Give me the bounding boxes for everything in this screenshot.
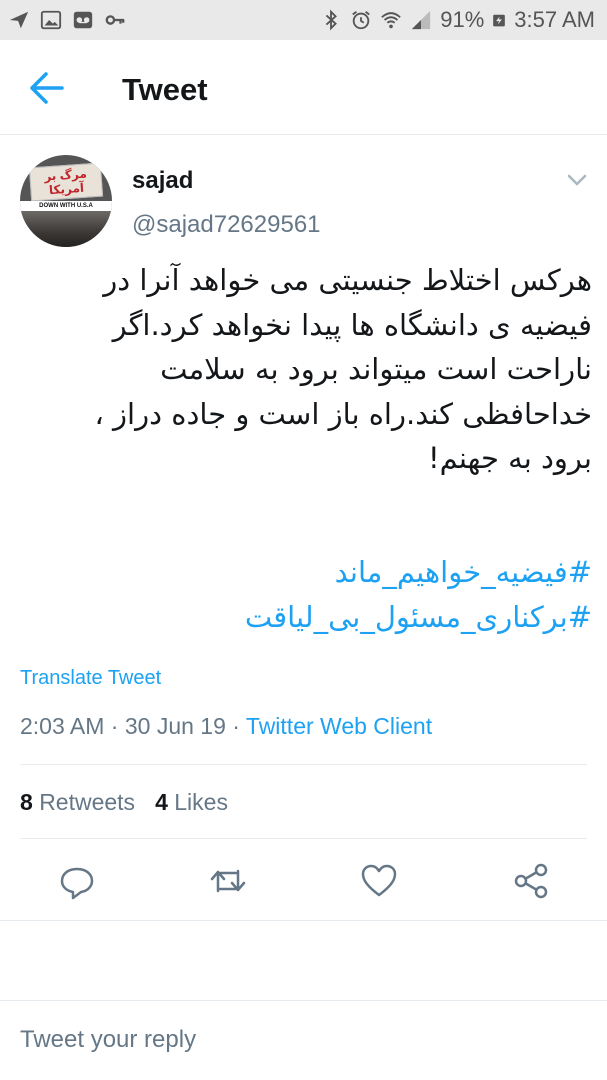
divider	[0, 1000, 607, 1001]
reply-input[interactable]: Tweet your reply	[20, 1026, 196, 1054]
avatar[interactable]: مرگ بر آمریکا DOWN WITH U.S.A	[20, 155, 112, 247]
retweet-count: 8	[20, 789, 33, 815]
tweet-text-line: برود به جهنم!	[427, 441, 592, 475]
tweet-text-line: خداحافظی کند.راه باز است و جاده دراز ،	[94, 396, 592, 431]
avatar-sign: مرگ بر آمریکا	[28, 162, 104, 202]
bluetooth-icon	[326, 9, 338, 31]
likes-label: Likes	[174, 789, 228, 815]
divider	[20, 838, 587, 839]
avatar-sign-text: مرگ بر آمریکا	[43, 166, 88, 198]
retweets-label: Retweets	[39, 789, 136, 815]
tweet-text-line: ناراحت است میتواند برود به سلامت	[160, 352, 592, 386]
system-icons: 91% 3:57 AM	[320, 7, 595, 33]
user-handle[interactable]: @sajad72629561	[132, 211, 321, 239]
key-icon	[105, 15, 125, 25]
tweet-text-line: هرکس اختلاط جنسیتی می خواهد آنرا در	[103, 263, 592, 297]
notification-icons	[8, 9, 126, 31]
battery-charging-icon	[493, 14, 506, 27]
share-icon[interactable]	[511, 861, 551, 901]
translate-tweet-link[interactable]: Translate Tweet	[20, 667, 161, 690]
like-icon[interactable]	[359, 861, 399, 901]
app-bar: Tweet	[0, 40, 607, 135]
avatar-crowd	[20, 211, 112, 247]
likes-stat[interactable]: 4 Likes	[155, 789, 228, 816]
meta-separator: ·	[110, 713, 119, 739]
tweet-text: هرکس اختلاط جنسیتی می خواهد آنرا در فیضی…	[20, 258, 592, 481]
tweet-date: 30 Jun 19	[124, 713, 226, 739]
like-count: 4	[155, 789, 168, 815]
hashtag-link[interactable]: #فیضیه_خواهیم_ماند	[20, 550, 592, 595]
tweet-stats: 8 Retweets 4 Likes	[20, 789, 228, 816]
tweet-time: 2:03 AM	[20, 713, 105, 739]
divider	[20, 764, 587, 765]
retweet-icon[interactable]	[208, 861, 248, 901]
wifi-icon	[381, 12, 402, 29]
signal-icon	[412, 10, 431, 30]
reply-icon[interactable]	[57, 861, 97, 901]
divider	[0, 920, 607, 921]
retweets-stat[interactable]: 8 Retweets	[20, 789, 135, 816]
display-name[interactable]: sajad	[132, 167, 193, 195]
battery-percent: 91%	[440, 7, 485, 32]
image-icon	[40, 10, 62, 30]
tweet-meta: 2:03 AM · 30 Jun 19 · Twitter Web Client	[20, 713, 432, 740]
chevron-down-icon[interactable]	[566, 172, 588, 188]
status-bar: 91% 3:57 AM	[0, 0, 607, 40]
arrow-left-icon[interactable]	[26, 70, 66, 106]
meta-separator: ·	[232, 713, 240, 739]
clock: 3:57 AM	[514, 7, 595, 32]
tweet-text-line: فیضیه ی دانشگاه ها پیدا نخواهد کرد.اگر	[112, 307, 592, 342]
hashtag-link[interactable]: #برکناری_مسئول_بی_لیاقت	[20, 595, 592, 640]
avatar-banner: DOWN WITH U.S.A	[20, 201, 112, 211]
client-link[interactable]: Twitter Web Client	[246, 713, 432, 739]
voicemail-icon	[73, 11, 93, 29]
send-icon	[9, 11, 29, 29]
page-title: Tweet	[122, 72, 208, 107]
hashtags: #فیضیه_خواهیم_ماند #برکناری_مسئول_بی_لیا…	[20, 550, 592, 639]
alarm-icon	[352, 11, 371, 30]
